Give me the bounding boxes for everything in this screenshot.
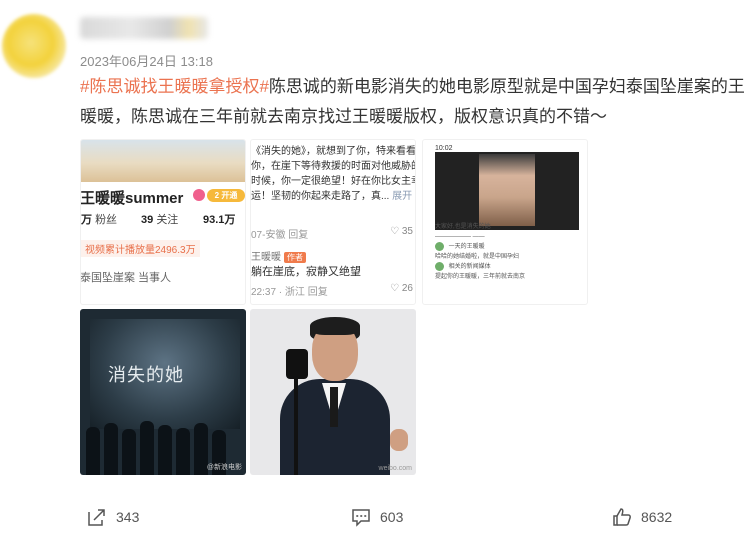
avatar-icon: [435, 262, 444, 272]
reply-text: 躺在崖底，寂静又绝望: [251, 266, 361, 278]
like-count: 8632: [641, 509, 673, 525]
vip-icon: [193, 189, 205, 201]
hashtag-link[interactable]: #陈思诚找王暖暖拿授权#: [80, 77, 269, 96]
profile-banner: [81, 140, 245, 182]
member-badge: 2 开通: [207, 189, 245, 202]
image-tile-portrait[interactable]: weibo.com: [250, 309, 416, 475]
image-watermark: @新浪电影: [206, 464, 242, 471]
comment-button[interactable]: 603: [350, 506, 403, 528]
camera-icon: [286, 349, 308, 379]
weibo-post-card: 2023年06月24日 13:18 #陈思诚找王暖暖拿授权#陈思诚的新电影消失的…: [0, 0, 750, 539]
reply-meta: 22:37 · 浙江 回复: [251, 287, 328, 298]
image-tile-profile-screenshot[interactable]: 王暖暖summer 2 开通 万 粉丝 39 关注 93.1万 视频累计播放量2…: [80, 139, 246, 305]
image-watermark: weibo.com: [378, 465, 412, 472]
comment-icon: [352, 509, 370, 527]
user-name-blurred[interactable]: [80, 17, 208, 39]
avatar[interactable]: [2, 14, 66, 78]
comment-meta: 07-安徽 回复: [251, 230, 309, 241]
avatar-icon: [435, 242, 444, 251]
thumbs-up-icon: [613, 508, 631, 526]
share-icon: [88, 509, 105, 526]
like-button[interactable]: 8632: [611, 506, 672, 528]
profile-name: 王暖暖summer: [80, 190, 184, 207]
movie-title: 消失的她: [108, 365, 184, 386]
image-tile-comments-screenshot[interactable]: 《消失的她》，就想到了你，特来看看你，在崖下等待救援的时面对他威胁的时候，你一定…: [250, 139, 416, 305]
comment-text: 《消失的她》，就想到了你，特来看看你，在崖下等待救援的时面对他威胁的时候，你一定…: [251, 146, 416, 202]
phone-status-time: 10:02: [435, 145, 453, 152]
comment-count: 603: [380, 509, 404, 525]
camera-rod: [294, 377, 298, 475]
post-text: #陈思诚找王暖暖拿授权#陈思诚的新电影消失的她电影原型就是中国孕妇泰国坠崖案的王…: [80, 72, 748, 132]
post-timestamp[interactable]: 2023年06月24日 13:18: [80, 51, 213, 70]
image-tile-phone-screenshot[interactable]: 10:02 大家好,也是消失的她 —————— —— 一天的王暖暖 哈哈的她结婚…: [422, 139, 588, 305]
stat-followers: 万 粉丝: [81, 214, 118, 226]
share-button[interactable]: 343: [86, 506, 139, 528]
stat-likes: 93.1万: [203, 214, 236, 226]
comment-like-count: ♡ 35: [390, 226, 413, 237]
share-count: 343: [116, 509, 140, 525]
reply-like-count: ♡ 26: [390, 283, 413, 294]
video-frame: [435, 152, 579, 230]
image-tile-event-photo[interactable]: 消失的她 @新浪电影: [80, 309, 246, 475]
video-views-label: 视频累计播放量2496.3万: [81, 240, 200, 257]
profile-tags: 泰国坠崖案 当事人: [80, 272, 172, 284]
stat-following: 39 关注: [141, 214, 179, 226]
phone-comment-list: 大家好,也是消失的她 —————— —— 一天的王暖暖 哈哈的她结婚啦，就是中国…: [435, 224, 526, 281]
reply-author: 王暖暖 作者: [251, 248, 306, 263]
